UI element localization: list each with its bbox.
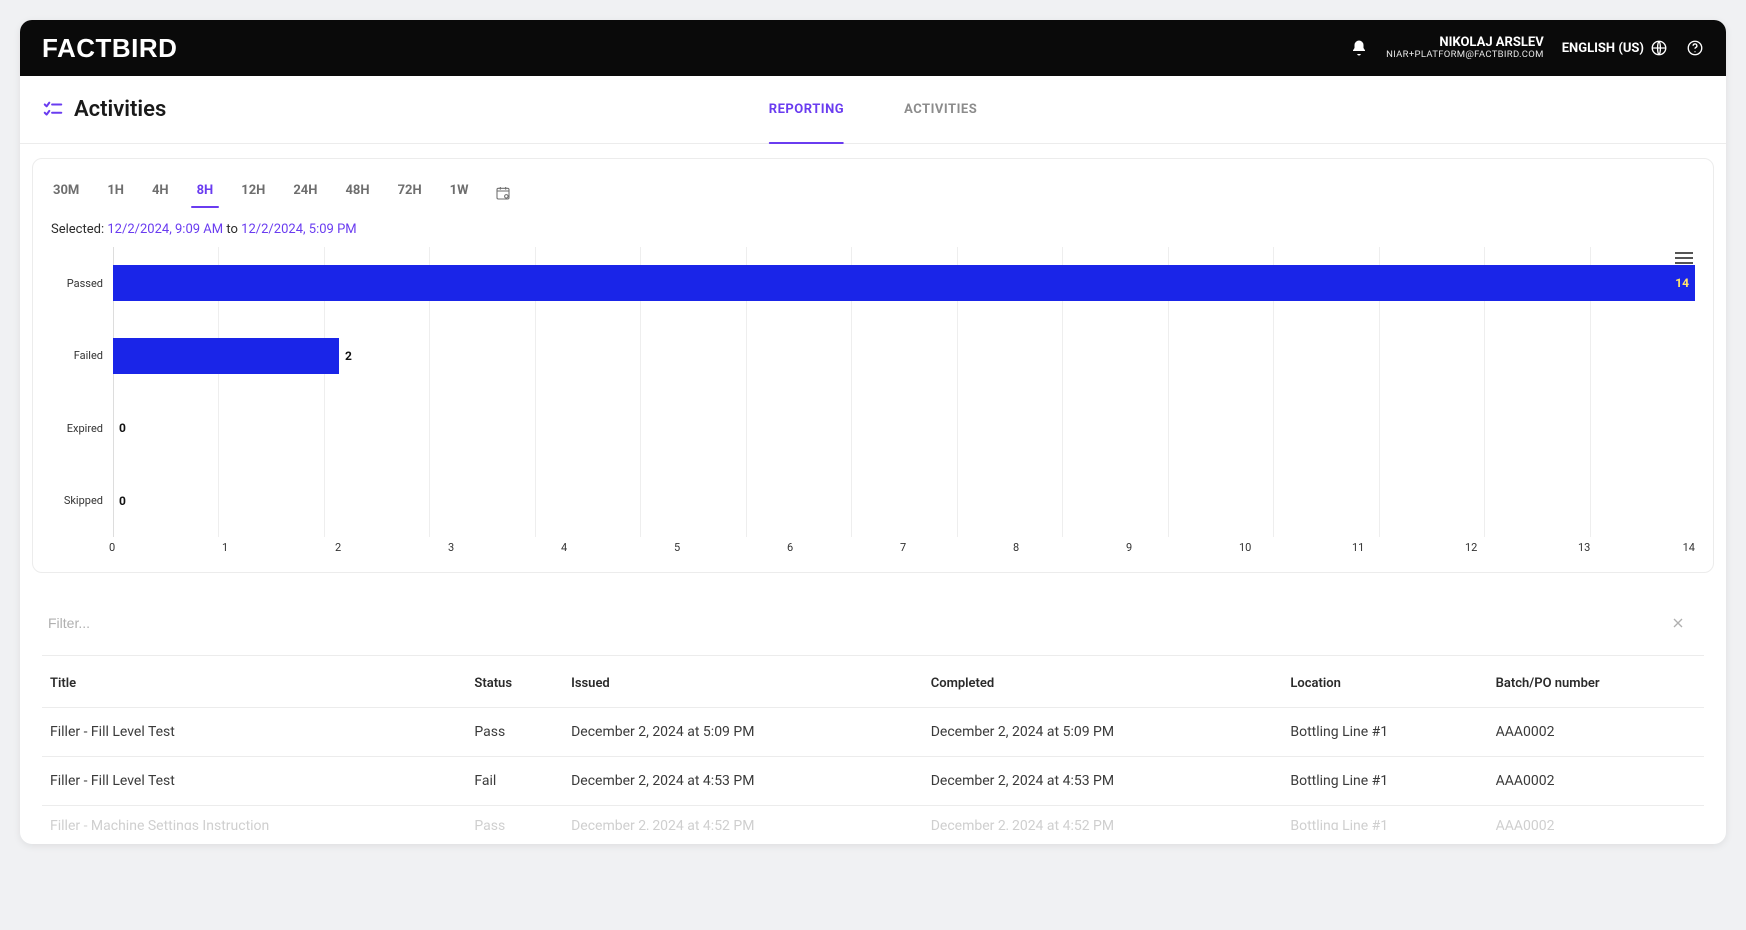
cell-completed: December 2, 2024 at 5:09 PM xyxy=(923,708,1283,757)
range-1w[interactable]: 1W xyxy=(448,177,471,208)
range-30m[interactable]: 30M xyxy=(51,177,81,208)
range-8h[interactable]: 8H xyxy=(195,177,216,208)
logo[interactable]: FACTBIRD xyxy=(42,33,177,64)
cell-location: Bottling Line #1 xyxy=(1282,806,1487,831)
bar[interactable]: 14 xyxy=(113,265,1695,301)
col-batch[interactable]: Batch/PO number xyxy=(1488,660,1704,708)
chart-x-axis: 01234567891011121314 xyxy=(113,541,1695,554)
selected-from[interactable]: 12/2/2024, 9:09 AM xyxy=(107,222,223,237)
y-label-passed: Passed xyxy=(51,247,113,320)
x-tick: 2 xyxy=(335,541,448,554)
table-card: Title Status Issued Completed Location B… xyxy=(32,587,1714,830)
cell-batch: AAA0002 xyxy=(1488,757,1704,806)
col-issued[interactable]: Issued xyxy=(563,660,923,708)
range-48h[interactable]: 48H xyxy=(343,177,371,208)
bar-row: 0 xyxy=(113,392,1695,465)
cell-location: Bottling Line #1 xyxy=(1282,708,1487,757)
x-tick: 4 xyxy=(561,541,674,554)
col-title[interactable]: Title xyxy=(42,660,466,708)
bar-row: 2 xyxy=(113,320,1695,393)
tab-activities[interactable]: ACTIVITIES xyxy=(904,76,977,143)
cell-batch: AAA0002 xyxy=(1488,708,1704,757)
subheader: Activities REPORTING ACTIVITIES xyxy=(20,76,1726,144)
x-tick: 10 xyxy=(1239,541,1352,554)
range-1h[interactable]: 1H xyxy=(105,177,126,208)
col-status[interactable]: Status xyxy=(466,660,563,708)
bar-value: 14 xyxy=(1675,276,1689,290)
chart: Passed Failed Expired Skipped 14200 0123… xyxy=(51,247,1695,554)
x-tick: 9 xyxy=(1126,541,1239,554)
table-row[interactable]: Filler - Fill Level TestPassDecember 2, … xyxy=(42,708,1704,757)
page-title: Activities xyxy=(74,97,166,122)
bar-value: 0 xyxy=(119,421,126,435)
selected-to[interactable]: 12/2/2024, 5:09 PM xyxy=(241,222,357,237)
filter-input[interactable] xyxy=(46,609,1660,637)
cell-title: Filler - Machine Settings Instruction xyxy=(42,806,466,831)
cell-issued: December 2, 2024 at 4:52 PM xyxy=(563,806,923,831)
selected-mid: to xyxy=(226,222,238,237)
chart-card: 30M 1H 4H 8H 12H 24H 48H 72H 1W Selected… xyxy=(32,158,1714,573)
table-header-row: Title Status Issued Completed Location B… xyxy=(42,660,1704,708)
selected-prefix: Selected: xyxy=(51,222,104,237)
y-label-failed: Failed xyxy=(51,320,113,393)
selected-range: Selected: 12/2/2024, 9:09 AM to 12/2/202… xyxy=(51,222,1695,237)
bar[interactable] xyxy=(113,338,339,374)
filter-row xyxy=(42,603,1704,656)
range-12h[interactable]: 12H xyxy=(239,177,267,208)
cell-batch: AAA0002 xyxy=(1488,806,1704,831)
bar-row: 14 xyxy=(113,247,1695,320)
cell-title: Filler - Fill Level Test xyxy=(42,757,466,806)
bar-value: 2 xyxy=(345,349,352,363)
bar-value: 0 xyxy=(119,494,126,508)
cell-status: Pass xyxy=(466,708,563,757)
cell-completed: December 2, 2024 at 4:52 PM xyxy=(923,806,1283,831)
col-completed[interactable]: Completed xyxy=(923,660,1283,708)
tab-reporting[interactable]: REPORTING xyxy=(769,76,844,143)
cell-location: Bottling Line #1 xyxy=(1282,757,1487,806)
notifications-icon[interactable] xyxy=(1350,39,1368,57)
language-label: ENGLISH (US) xyxy=(1562,41,1644,56)
y-label-expired: Expired xyxy=(51,392,113,465)
x-tick: 1314 xyxy=(1578,541,1691,554)
calendar-icon[interactable] xyxy=(495,185,511,201)
range-24h[interactable]: 24H xyxy=(291,177,319,208)
logo-text: FACTBIRD xyxy=(42,33,177,64)
cell-issued: December 2, 2024 at 4:53 PM xyxy=(563,757,923,806)
cell-title: Filler - Fill Level Test xyxy=(42,708,466,757)
table-row[interactable]: Filler - Machine Settings InstructionPas… xyxy=(42,806,1704,831)
time-range-tabs: 30M 1H 4H 8H 12H 24H 48H 72H 1W xyxy=(51,171,1695,208)
y-label-skipped: Skipped xyxy=(51,465,113,538)
range-72h[interactable]: 72H xyxy=(396,177,424,208)
table-row[interactable]: Filler - Fill Level TestFailDecember 2, … xyxy=(42,757,1704,806)
x-tick: 8 xyxy=(1013,541,1126,554)
help-icon[interactable] xyxy=(1686,39,1704,57)
x-tick: 3 xyxy=(448,541,561,554)
x-tick: 5 xyxy=(674,541,787,554)
user-email: NIAR+PLATFORM@FACTBIRD.COM xyxy=(1386,50,1544,60)
x-tick: 0 xyxy=(109,541,222,554)
user-name: NIKOLAJ ARSLEV xyxy=(1386,36,1544,50)
x-tick: 11 xyxy=(1352,541,1465,554)
topbar: FACTBIRD NIKOLAJ ARSLEV NIAR+PLATFORM@FA… xyxy=(20,20,1726,76)
activities-icon xyxy=(42,99,64,121)
x-tick: 12 xyxy=(1465,541,1578,554)
results-table: Title Status Issued Completed Location B… xyxy=(42,660,1704,830)
col-location[interactable]: Location xyxy=(1282,660,1487,708)
language-selector[interactable]: ENGLISH (US) xyxy=(1562,39,1668,57)
chart-y-labels: Passed Failed Expired Skipped xyxy=(51,247,113,537)
clear-filter-icon[interactable] xyxy=(1670,615,1686,631)
user-block[interactable]: NIKOLAJ ARSLEV NIAR+PLATFORM@FACTBIRD.CO… xyxy=(1386,36,1544,61)
bar-row: 0 xyxy=(113,465,1695,538)
page-tabs: REPORTING ACTIVITIES xyxy=(769,76,977,143)
cell-issued: December 2, 2024 at 5:09 PM xyxy=(563,708,923,757)
x-tick: 1 xyxy=(222,541,335,554)
cell-completed: December 2, 2024 at 4:53 PM xyxy=(923,757,1283,806)
cell-status: Fail xyxy=(466,757,563,806)
globe-icon xyxy=(1650,39,1668,57)
cell-status: Pass xyxy=(466,806,563,831)
x-tick: 6 xyxy=(787,541,900,554)
range-4h[interactable]: 4H xyxy=(150,177,171,208)
x-tick: 7 xyxy=(900,541,1013,554)
